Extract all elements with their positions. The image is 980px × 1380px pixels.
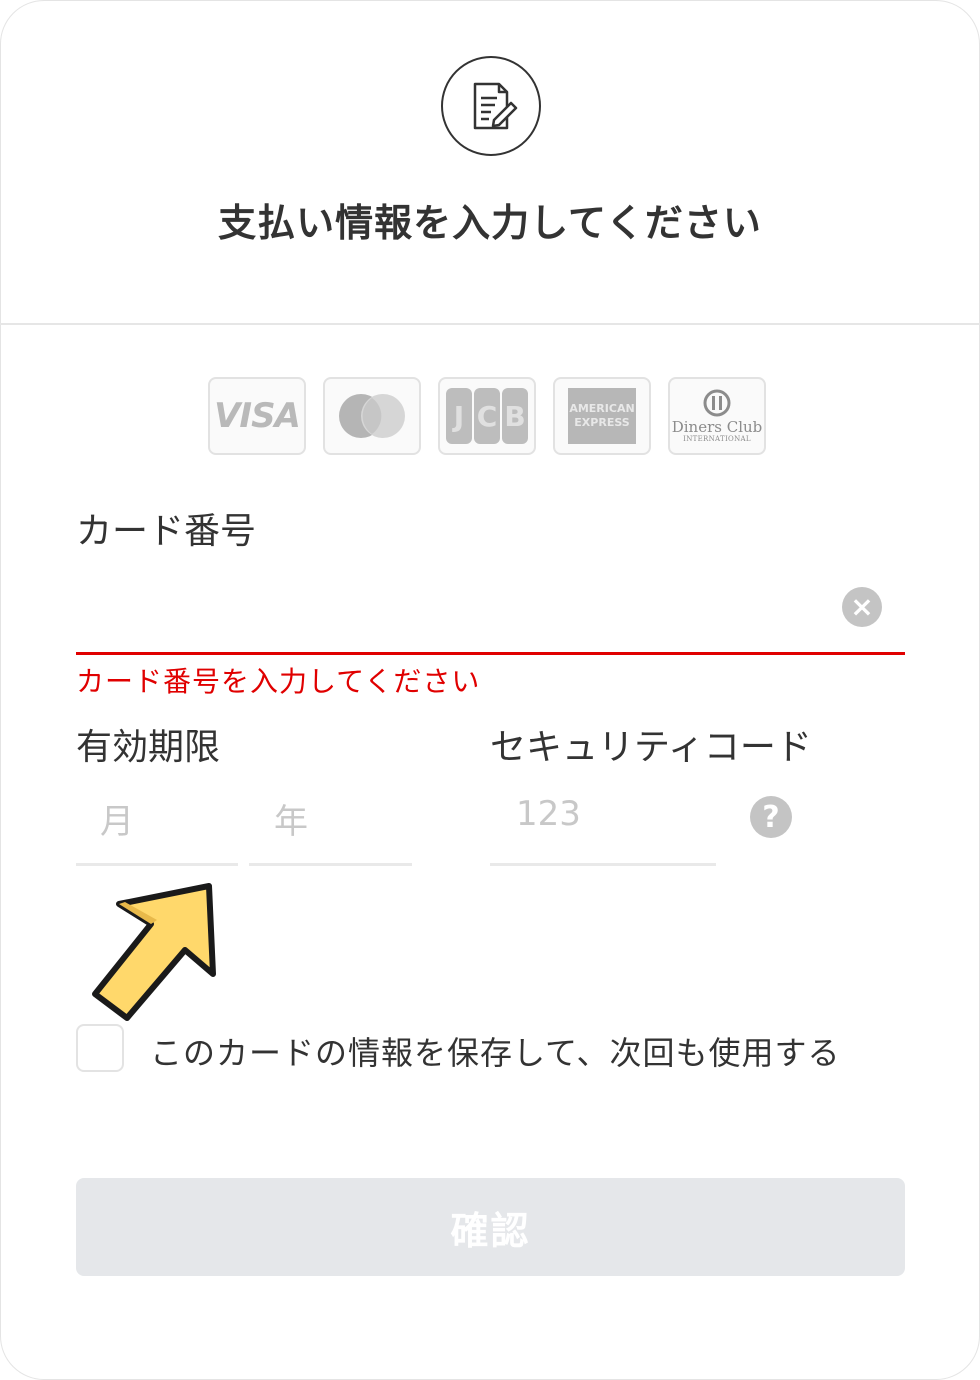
card-number-input[interactable] bbox=[76, 572, 826, 642]
amex-line-2: EXPRESS bbox=[574, 416, 630, 429]
expiry-year-input[interactable]: 年 bbox=[274, 794, 308, 843]
visa-logo-text: VISA bbox=[214, 396, 301, 436]
card-number-label: カード番号 bbox=[76, 511, 257, 552]
security-code-input[interactable]: 123 bbox=[516, 794, 581, 834]
visa-logo: VISA bbox=[208, 377, 306, 455]
confirm-button[interactable]: 確認 bbox=[76, 1178, 905, 1276]
diners-sub: INTERNATIONAL bbox=[683, 435, 751, 443]
jcb-letter-j: J bbox=[446, 388, 472, 444]
diners-club-logo: Diners Club INTERNATIONAL bbox=[668, 377, 766, 455]
expiry-month-input[interactable]: 月 bbox=[100, 794, 134, 843]
expiry-label: 有効期限 bbox=[76, 727, 221, 768]
diners-name: Diners Club bbox=[671, 418, 763, 436]
jcb-logo: J C B bbox=[438, 377, 536, 455]
security-code-underline bbox=[490, 863, 716, 866]
jcb-letter-b: B bbox=[502, 388, 528, 444]
save-card-checkbox[interactable] bbox=[76, 1024, 124, 1072]
expiry-year-underline bbox=[249, 863, 412, 866]
amex-logo: AMERICAN EXPRESS bbox=[553, 377, 651, 455]
jcb-letter-c: C bbox=[474, 388, 500, 444]
pointer-arrow-icon bbox=[92, 883, 216, 1021]
expiry-month-underline bbox=[76, 863, 238, 866]
diners-emblem-icon bbox=[703, 389, 731, 417]
document-edit-icon bbox=[441, 56, 541, 156]
security-code-label: セキュリティコード bbox=[490, 727, 812, 768]
amex-line-1: AMERICAN bbox=[569, 402, 635, 415]
card-number-error: カード番号を入力してください bbox=[76, 665, 481, 698]
card-brand-list: VISA J C B AMERICAN EXPRESS Diners Club … bbox=[208, 377, 766, 455]
card-number-underline bbox=[76, 652, 905, 655]
clear-icon[interactable]: × bbox=[842, 587, 882, 627]
header-divider bbox=[0, 323, 980, 325]
save-card-label: このカードの情報を保存して、次回も使用する bbox=[150, 1034, 841, 1072]
mastercard-logo bbox=[323, 377, 421, 455]
page-title: 支払い情報を入力してください bbox=[218, 201, 762, 245]
help-icon[interactable]: ? bbox=[750, 796, 792, 838]
